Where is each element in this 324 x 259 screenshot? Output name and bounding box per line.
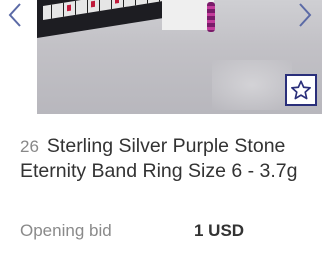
opening-bid-label: Opening bid: [20, 221, 112, 240]
chevron-right-icon: [299, 3, 312, 27]
star-icon: [291, 80, 311, 100]
photo-ring: [207, 2, 215, 32]
opening-bid-row: Opening bid 1 USD: [20, 221, 316, 243]
listing-title-block[interactable]: 26 Sterling Silver Purple Stone Eternity …: [20, 134, 316, 183]
lot-number: 26: [20, 137, 39, 156]
chevron-left-icon: [8, 3, 21, 27]
opening-bid-value: 1 USD: [194, 221, 245, 240]
carousel-next-button[interactable]: [294, 0, 316, 32]
listing-title[interactable]: Sterling Silver Purple Stone Eternity Ba…: [20, 135, 298, 182]
favorite-button[interactable]: [285, 74, 317, 106]
listing-photo[interactable]: [37, 0, 322, 114]
carousel-prev-button[interactable]: [4, 0, 26, 32]
photo-glare: [212, 60, 292, 110]
